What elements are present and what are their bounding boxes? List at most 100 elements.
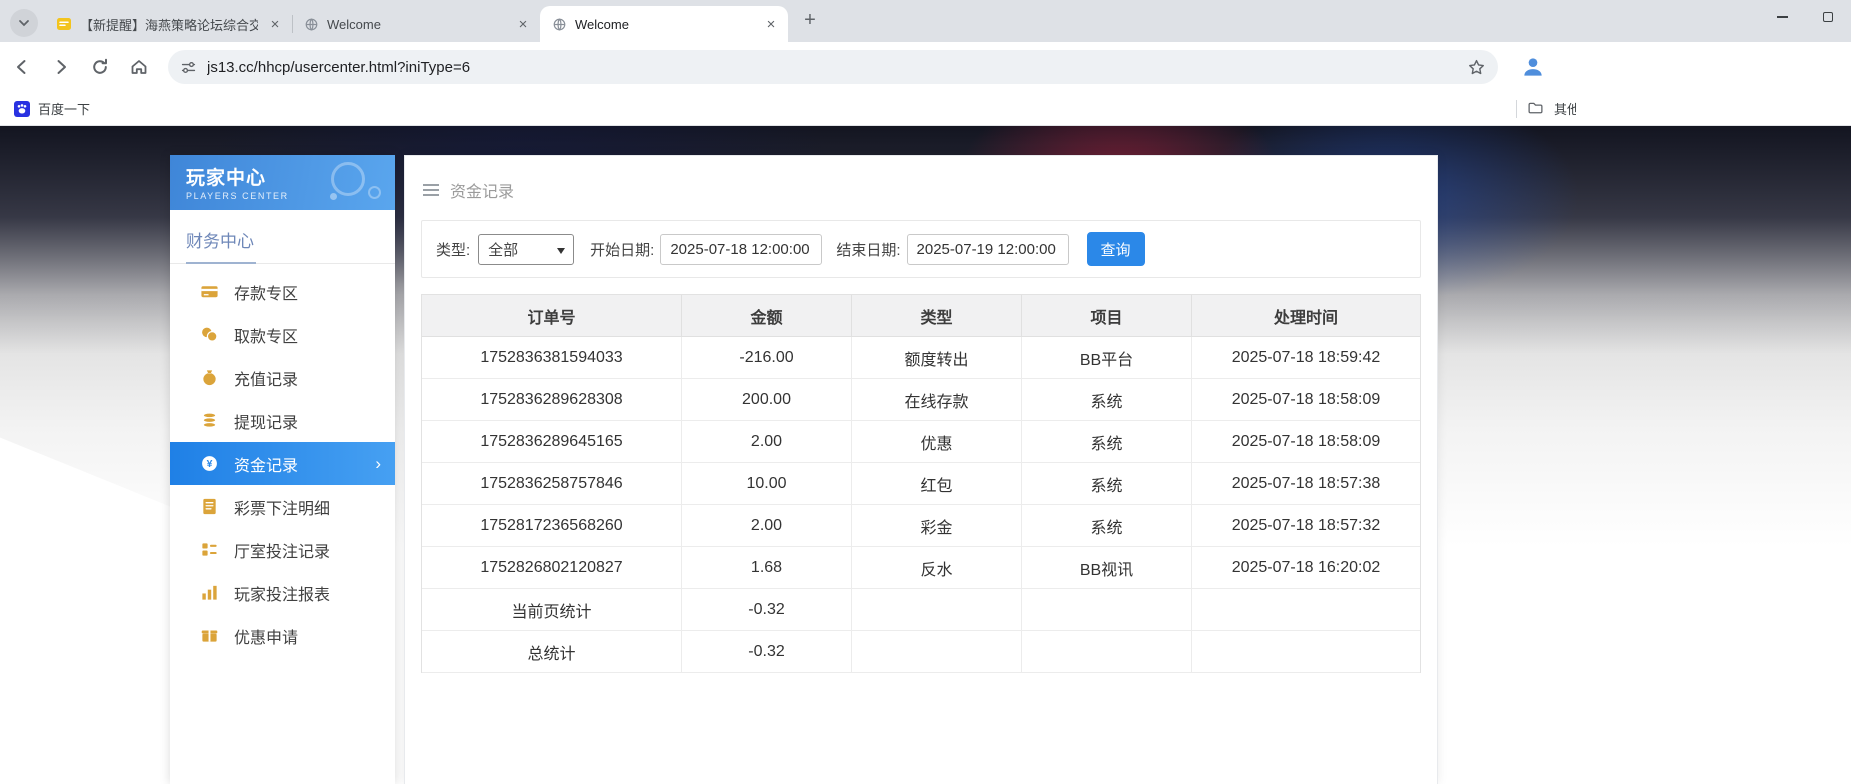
tab-title: Welcome	[327, 17, 506, 32]
order-no: 1752817236568260	[422, 505, 682, 547]
project	[1022, 589, 1192, 631]
type-select[interactable]: 全部	[478, 234, 574, 265]
time: 2025-07-18 16:20:02	[1192, 547, 1420, 589]
sidebar-menu: 存款专区 取款专区 充值记录 提现记录 ¥ 资金记录 ›	[170, 264, 395, 657]
table-row: 1752836381594033 -216.00 额度转出 BB平台 2025-…	[422, 337, 1420, 379]
refresh-button[interactable]	[83, 50, 117, 84]
table-row: 1752836289628308 200.00 在线存款 系统 2025-07-…	[422, 379, 1420, 421]
table-row: 1752826802120827 1.68 反水 BB视讯 2025-07-18…	[422, 547, 1420, 589]
sidebar-item-deposit[interactable]: 存款专区	[170, 270, 395, 313]
decorative-bubble	[330, 193, 337, 200]
back-arrow-icon	[12, 57, 32, 77]
forward-button[interactable]	[44, 50, 78, 84]
project: BB平台	[1022, 337, 1192, 379]
bookmark-star-button[interactable]	[1467, 58, 1486, 77]
tab-welcome-2-active[interactable]: Welcome ×	[540, 6, 788, 42]
sidebar-item-recharge-history[interactable]: 充值记录	[170, 356, 395, 399]
query-button[interactable]: 查询	[1087, 232, 1145, 266]
chevron-down-icon	[18, 17, 30, 29]
bar-chart-icon	[200, 583, 219, 602]
tab-close-icon[interactable]: ×	[762, 15, 780, 33]
tab-close-icon[interactable]: ×	[514, 15, 532, 33]
chevron-down-icon	[557, 248, 565, 258]
sidebar-item-hall-bet-record[interactable]: 厅室投注记录	[170, 528, 395, 571]
web-page: 玩家中心 PLAYERS CENTER 财务中心 存款专区 取款专区 充值	[0, 126, 1851, 784]
bookmark-label: 百度一下	[38, 99, 90, 118]
column-header: 类型	[852, 295, 1022, 337]
back-button[interactable]	[5, 50, 39, 84]
table-header-row: 订单号 金额 类型 项目 处理时间	[422, 295, 1420, 337]
type: 彩金	[852, 505, 1022, 547]
folder-icon	[1527, 100, 1544, 117]
players-center-header: 玩家中心 PLAYERS CENTER	[170, 155, 395, 210]
time: 2025-07-18 18:58:09	[1192, 379, 1420, 421]
menu-toggle[interactable]	[423, 184, 439, 196]
site-settings-icon	[180, 59, 197, 76]
end-date-label: 结束日期:	[836, 239, 900, 260]
time: 2025-07-18 18:57:32	[1192, 505, 1420, 547]
star-icon	[1467, 58, 1486, 77]
favorites-folder[interactable]: 其他收藏夹	[1516, 92, 1576, 125]
decorative-bubble	[368, 186, 381, 199]
order-no: 1752836381594033	[422, 337, 682, 379]
sidebar-item-label: 存款专区	[234, 280, 298, 304]
tab-title: 【新提醒】海燕策略论坛综合交	[80, 15, 258, 34]
maximize-button[interactable]	[1805, 0, 1851, 34]
sidebar-item-label: 提现记录	[234, 409, 298, 433]
window-controls	[1759, 0, 1851, 34]
home-button[interactable]	[122, 50, 156, 84]
coin-stack-icon	[200, 411, 219, 430]
decorative-bubble	[331, 162, 365, 196]
sidebar-item-withdraw[interactable]: 取款专区	[170, 313, 395, 356]
sidebar-item-cashout-history[interactable]: 提现记录	[170, 399, 395, 442]
project: 系统	[1022, 463, 1192, 505]
time: 2025-07-18 18:57:38	[1192, 463, 1420, 505]
sidebar-item-funds-record[interactable]: ¥ 资金记录 ›	[170, 442, 395, 485]
minimize-button[interactable]	[1759, 0, 1805, 34]
sidebar-item-label: 优惠申请	[234, 624, 298, 648]
amount: 2.00	[682, 421, 852, 463]
sidebar-item-label: 玩家投注报表	[234, 581, 330, 605]
sidebar-item-label: 厅室投注记录	[234, 538, 330, 562]
tab-close-icon[interactable]: ×	[266, 15, 284, 33]
project: 系统	[1022, 505, 1192, 547]
favorites-folder-label: 其他收藏夹	[1554, 99, 1576, 118]
url-text[interactable]: js13.cc/hhcp/usercenter.html?iniType=6	[207, 59, 1467, 76]
type	[852, 589, 1022, 631]
table-row: 1752817236568260 2.00 彩金 系统 2025-07-18 1…	[422, 505, 1420, 547]
order-no: 1752826802120827	[422, 547, 682, 589]
summary-label: 当前页统计	[422, 589, 682, 631]
time	[1192, 631, 1420, 673]
sidebar-item-label: 资金记录	[234, 452, 298, 476]
browser-toolbar: js13.cc/hhcp/usercenter.html?iniType=6	[0, 42, 1851, 92]
column-header: 订单号	[422, 295, 682, 337]
bookmark-baidu[interactable]: 百度一下	[14, 99, 90, 118]
start-date-label: 开始日期:	[590, 239, 654, 260]
end-date-input[interactable]	[907, 234, 1069, 265]
sidebar-item-player-bet-report[interactable]: 玩家投注报表	[170, 571, 395, 614]
tab-welcome-1[interactable]: Welcome ×	[292, 6, 540, 42]
funds-record-panel: 资金记录 类型: 全部 开始日期: 结束日期: 查询 订单号 金额 类型	[404, 155, 1438, 784]
type: 额度转出	[852, 337, 1022, 379]
refresh-icon	[90, 57, 110, 77]
sidebar-item-promo-apply[interactable]: 优惠申请	[170, 614, 395, 657]
new-tab-button[interactable]: +	[796, 6, 824, 34]
type-label: 类型:	[436, 239, 470, 260]
address-bar[interactable]: js13.cc/hhcp/usercenter.html?iniType=6	[168, 50, 1498, 84]
amount: -0.32	[682, 631, 852, 673]
money-bag-icon	[200, 368, 219, 387]
profile-avatar[interactable]	[1518, 52, 1548, 82]
tab-forum[interactable]: 【新提醒】海燕策略论坛综合交 ×	[44, 6, 292, 42]
time: 2025-07-18 18:58:09	[1192, 421, 1420, 463]
sidebar-item-lottery-bet-detail[interactable]: 彩票下注明细	[170, 485, 395, 528]
start-date-input[interactable]	[660, 234, 822, 265]
type: 红包	[852, 463, 1022, 505]
column-header: 处理时间	[1192, 295, 1420, 337]
time: 2025-07-18 18:59:42	[1192, 337, 1420, 379]
player-center-sidebar: 玩家中心 PLAYERS CENTER 财务中心 存款专区 取款专区 充值	[170, 155, 395, 784]
order-no: 1752836289628308	[422, 379, 682, 421]
tab-search-button[interactable]	[10, 9, 38, 37]
amount: -0.32	[682, 589, 852, 631]
filter-bar: 类型: 全部 开始日期: 结束日期: 查询	[421, 220, 1421, 278]
document-icon	[200, 497, 219, 516]
